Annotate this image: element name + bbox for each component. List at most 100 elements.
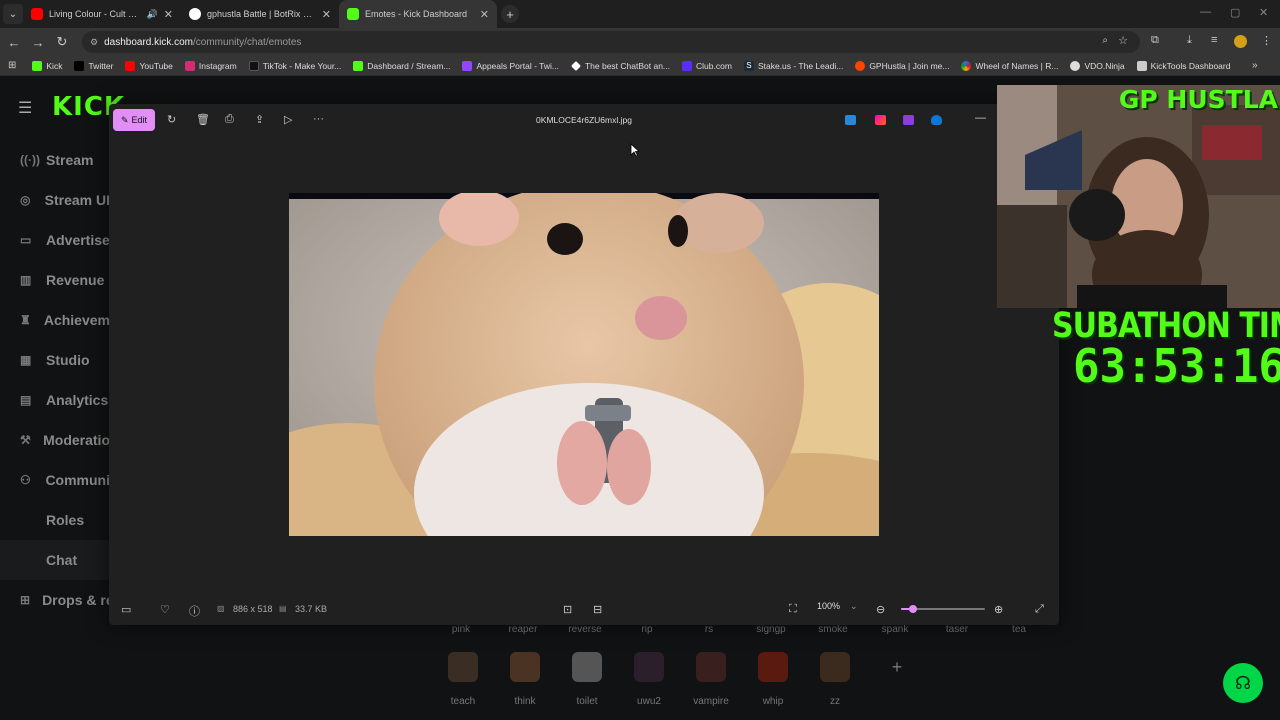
support-chat-button[interactable]: ☊ [1223, 663, 1263, 703]
bookmark-item[interactable]: TikTok - Make Your... [248, 60, 341, 71]
tab-search-button[interactable]: ⌄ [3, 4, 23, 24]
designer-icon[interactable] [845, 115, 856, 125]
emote-name: pink [451, 624, 471, 635]
sidebar-item-studio[interactable]: ▦ Studio [0, 340, 110, 380]
emote-label-row: pink reaper reverse rip rs signgp smoke … [430, 624, 1050, 635]
bookmark-item[interactable]: Kick [32, 60, 62, 71]
forward-icon[interactable]: → [26, 35, 50, 50]
add-emote-tile[interactable]: + [866, 652, 928, 707]
chevron-down-icon: ⌄ [850, 601, 858, 611]
sidebar-item-roles[interactable]: Roles [0, 500, 110, 540]
sidebar-item-stream[interactable]: ((·)) Stream [0, 140, 110, 180]
bookmark-item[interactable]: Appeals Portal - Twi... [462, 60, 559, 71]
botrix-icon [189, 8, 201, 20]
media-icon[interactable]: ≡ [1211, 34, 1217, 46]
bookmark-item[interactable]: Dashboard / Stream... [353, 60, 450, 71]
sidebar-item-advertise[interactable]: ▭ Advertise [0, 220, 110, 260]
emote-image [448, 652, 478, 682]
people-icon: ⚇ [20, 473, 31, 487]
emote-tile[interactable]: toilet [556, 652, 618, 707]
broadcast-icon: ((·)) [20, 153, 40, 167]
sidebar-item-label: Drops & re [42, 592, 114, 608]
emote-tile[interactable]: teach [432, 652, 494, 707]
zoom-in-icon[interactable]: ⊕ [994, 603, 1003, 616]
close-icon[interactable]: ✕ [322, 8, 331, 21]
favorite-heart-icon[interactable]: ♡ [160, 603, 170, 616]
more-bookmarks-icon[interactable]: » [1252, 60, 1258, 71]
download-icon[interactable]: ⤓ [1187, 34, 1192, 47]
maximize-icon[interactable]: ▢ [1230, 6, 1240, 19]
bookmark-star-icon[interactable]: ☆ [1118, 34, 1128, 47]
sidebar-item-analytics[interactable]: ▤ Analytics [0, 380, 110, 420]
tab-botrix[interactable]: gphustla Battle | BotRix — Clou ✕ [181, 0, 339, 28]
fullscreen-icon[interactable]: ⤢ [1035, 603, 1044, 616]
speaker-icon[interactable]: 🔊 [147, 9, 158, 20]
emote-tile[interactable]: uwu2 [618, 652, 680, 707]
emote-tile[interactable]: vampire [680, 652, 742, 707]
bookmarks-bar: ⊞ Kick Twitter YouTube Instagram TikTok … [0, 56, 1280, 76]
bookmark-item[interactable]: Twitter [74, 60, 113, 71]
emote-tile[interactable]: think [494, 652, 556, 707]
film-icon: ▦ [20, 353, 32, 367]
sidebar-item-revenue[interactable]: ▥ Revenue [0, 260, 110, 300]
youtube-icon [31, 8, 43, 20]
emote-image [696, 652, 726, 682]
filmstrip-icon[interactable]: ▭ [121, 603, 131, 616]
new-tab-button[interactable]: + [501, 5, 519, 23]
menu-icon[interactable]: ⋮ [1261, 34, 1272, 47]
profile-avatar[interactable] [1234, 35, 1247, 48]
zoom-dropdown[interactable]: 100% ⌄ [817, 601, 858, 612]
club-icon [682, 60, 693, 71]
emote-image [572, 652, 602, 682]
x-icon [74, 60, 85, 71]
sidebar-item-stream-ui[interactable]: ◎ Stream UI [0, 180, 110, 220]
bookmark-item[interactable]: YouTube [125, 60, 173, 71]
visual-search-icon[interactable]: ⊡ [563, 603, 572, 616]
minimize-icon[interactable]: — [1200, 6, 1211, 18]
bookmark-item[interactable]: S Stake.us - The Leadi... [743, 60, 843, 71]
bookmark-item[interactable]: Club.com [682, 60, 732, 71]
file-name: 0KMLOCE4r6ZU6mxl.jpg [536, 115, 632, 125]
sidebar-item-drops[interactable]: ⊞ Drops & re [0, 580, 114, 620]
site-info-icon[interactable]: ⚙ [90, 37, 98, 48]
text-scan-icon[interactable]: ⊟ [593, 603, 602, 616]
bookmark-item[interactable]: Instagram [184, 60, 237, 71]
hamburger-menu-icon[interactable]: ☰ [18, 98, 32, 118]
close-icon[interactable]: ✕ [164, 8, 173, 21]
sidebar-item-achievements[interactable]: ♜ Achievem [0, 300, 110, 340]
tab-youtube[interactable]: Living Colour - Cult Of Perso 🔊 ✕ [23, 0, 181, 28]
bookmark-item[interactable]: GPHustla | Join me... [855, 60, 949, 71]
zoom-slider[interactable] [901, 605, 985, 613]
close-icon[interactable]: ✕ [480, 8, 489, 21]
tab-kick-emotes[interactable]: Emotes - Kick Dashboard ✕ [339, 0, 497, 28]
sidebar-item-label: Studio [46, 352, 90, 368]
zoom-out-icon[interactable]: ⊖ [876, 603, 885, 616]
bookmark-item[interactable]: Wheel of Names | R... [961, 60, 1058, 71]
sidebar-item-label: Chat [46, 552, 78, 568]
emote-tile[interactable]: whip [742, 652, 804, 707]
emote-name: rip [641, 624, 653, 635]
copilot-icon[interactable] [875, 115, 886, 125]
bookmark-item[interactable]: KickTools Dashboard [1136, 60, 1230, 71]
sidebar-item-moderation[interactable]: ⚒ Moderatio [0, 420, 110, 460]
sidebar-item-chat[interactable]: Chat [0, 540, 110, 580]
minimize-icon[interactable]: — [975, 112, 986, 124]
emote-tile[interactable]: zz [804, 652, 866, 707]
address-bar[interactable]: ⚙ dashboard.kick.com/community/chat/emot… [82, 31, 1140, 53]
file-info-icon[interactable]: ⓘ [189, 603, 200, 619]
fit-to-window-icon[interactable]: ⛶ [789, 603, 797, 616]
sidebar-item-community[interactable]: ⚇ Communi [0, 460, 110, 500]
zoom-icon[interactable]: ⌕ [1102, 35, 1108, 46]
clipchamp-icon[interactable] [903, 115, 914, 125]
apps-icon[interactable]: ⊞ [8, 60, 16, 71]
streamer-name: GP HUSTLA [1118, 85, 1278, 114]
sidebar-nav: ((·)) Stream ◎ Stream UI ▭ Advertise ▥ Reven… [0, 140, 114, 620]
window-close-icon[interactable]: ✕ [1259, 6, 1268, 19]
zoom-slider-knob[interactable] [908, 605, 917, 613]
extensions-icon[interactable]: ⧉ [1151, 34, 1159, 47]
bookmark-item[interactable]: The best ChatBot an... [571, 61, 670, 71]
onedrive-icon[interactable] [931, 115, 942, 125]
back-icon[interactable]: ← [2, 35, 26, 50]
bookmark-item[interactable]: VDO.Ninja [1070, 60, 1125, 71]
reload-icon[interactable]: ↻ [50, 34, 74, 50]
